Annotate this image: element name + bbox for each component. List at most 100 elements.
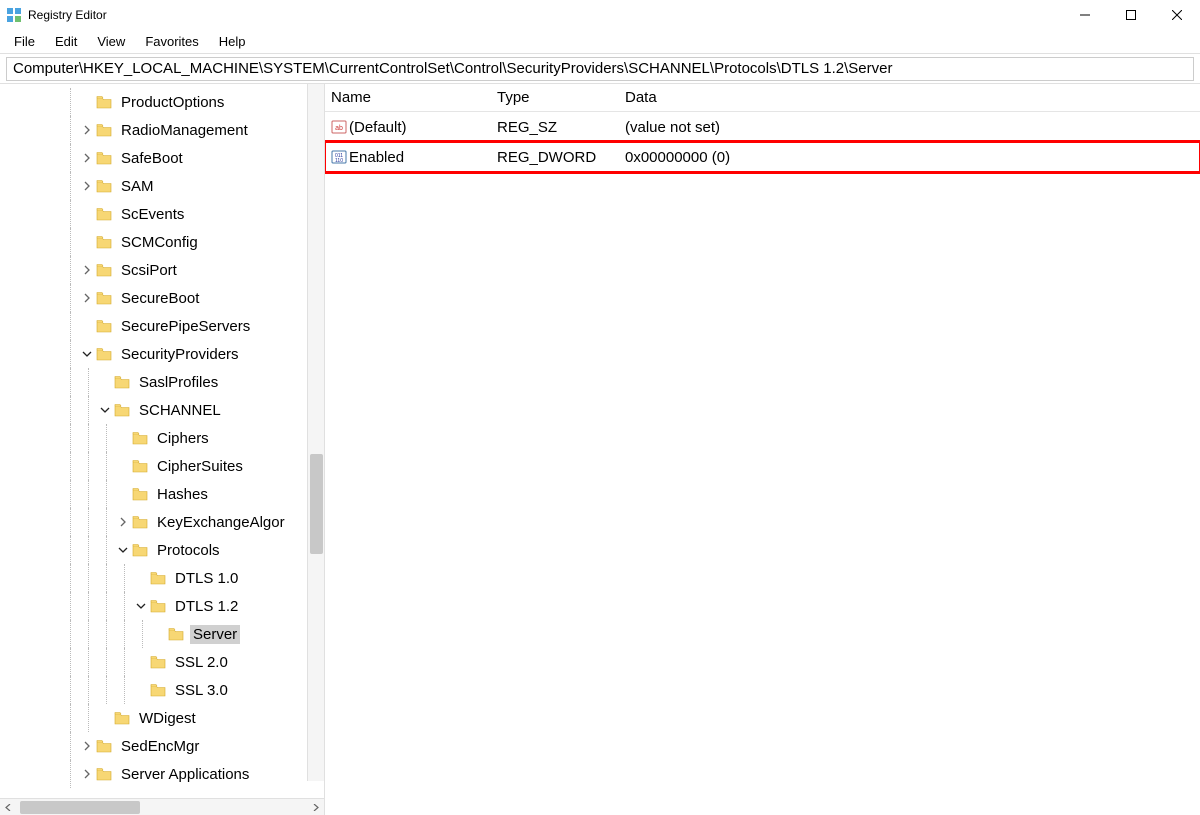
column-type[interactable]: Type xyxy=(497,89,625,106)
horizontal-scrollbar[interactable] xyxy=(0,798,324,815)
tree-node-label[interactable]: SAM xyxy=(118,177,157,196)
tree-node[interactable]: ScEvents xyxy=(0,200,324,228)
chevron-down-icon[interactable] xyxy=(98,403,112,417)
tree-node-label[interactable]: DTLS 1.0 xyxy=(172,569,241,588)
chevron-down-icon[interactable] xyxy=(116,543,130,557)
window-title: Registry Editor xyxy=(28,8,107,22)
column-data[interactable]: Data xyxy=(625,89,1200,106)
chevron-right-icon[interactable] xyxy=(80,263,94,277)
tree-node-label[interactable]: SaslProfiles xyxy=(136,373,221,392)
content-area: ProductOptions RadioManagement SafeBoot SAM… xyxy=(0,84,1200,815)
minimize-button[interactable] xyxy=(1062,0,1108,30)
scrollbar-thumb[interactable] xyxy=(310,454,323,554)
menubar: File Edit View Favorites Help xyxy=(0,30,1200,54)
tree-node[interactable]: Protocols xyxy=(0,536,324,564)
folder-icon xyxy=(114,711,130,725)
folder-icon xyxy=(150,571,166,585)
values-pane: Name Type Data ab(Default)REG_SZ(value n… xyxy=(325,84,1200,815)
scrollbar-thumb[interactable] xyxy=(20,801,140,814)
value-type: REG_SZ xyxy=(497,119,625,136)
tree-node-label[interactable]: Ciphers xyxy=(154,429,212,448)
tree-node-label[interactable]: ScsiPort xyxy=(118,261,180,280)
tree-node[interactable]: SecureBoot xyxy=(0,284,324,312)
tree-node[interactable]: DTLS 1.2 xyxy=(0,592,324,620)
scroll-left-button[interactable] xyxy=(0,799,17,815)
menu-help[interactable]: Help xyxy=(209,32,256,51)
tree-node[interactable]: ProductOptions xyxy=(0,88,324,116)
tree-node[interactable]: Hashes xyxy=(0,480,324,508)
close-button[interactable] xyxy=(1154,0,1200,30)
tree-node-label[interactable]: ScEvents xyxy=(118,205,187,224)
tree-node[interactable]: DTLS 1.0 xyxy=(0,564,324,592)
tree-node-label[interactable]: Server xyxy=(190,625,240,644)
tree-node[interactable]: CipherSuites xyxy=(0,452,324,480)
tree-node[interactable]: SAM xyxy=(0,172,324,200)
values-list[interactable]: ab(Default)REG_SZ(value not set)011110En… xyxy=(325,112,1200,172)
tree-node-label[interactable]: SCMConfig xyxy=(118,233,201,252)
menu-favorites[interactable]: Favorites xyxy=(135,32,208,51)
value-data: 0x00000000 (0) xyxy=(625,149,1200,166)
tree-node-label[interactable]: Protocols xyxy=(154,541,223,560)
tree-node[interactable]: SaslProfiles xyxy=(0,368,324,396)
tree-node-label[interactable]: SecurityProviders xyxy=(118,345,242,364)
folder-icon xyxy=(132,543,148,557)
scroll-right-button[interactable] xyxy=(307,799,324,815)
tree-node[interactable]: SafeBoot xyxy=(0,144,324,172)
tree-node[interactable]: SSL 3.0 xyxy=(0,676,324,704)
value-row[interactable]: ab(Default)REG_SZ(value not set) xyxy=(325,112,1200,142)
address-input[interactable] xyxy=(6,57,1194,81)
chevron-down-icon[interactable] xyxy=(134,599,148,613)
tree-node-label[interactable]: SedEncMgr xyxy=(118,737,202,756)
tree-node-label[interactable]: SSL 2.0 xyxy=(172,653,231,672)
value-name-text: Enabled xyxy=(349,149,404,166)
chevron-right-icon[interactable] xyxy=(80,151,94,165)
tree-node[interactable]: SCMConfig xyxy=(0,228,324,256)
tree-node-label[interactable]: ProductOptions xyxy=(118,93,227,112)
tree-node-label[interactable]: SecureBoot xyxy=(118,289,202,308)
chevron-right-icon[interactable] xyxy=(116,515,130,529)
chevron-right-icon[interactable] xyxy=(80,739,94,753)
tree-node[interactable]: SecurityProviders xyxy=(0,340,324,368)
chevron-down-icon[interactable] xyxy=(80,347,94,361)
svg-text:110: 110 xyxy=(335,158,343,164)
tree-node-label[interactable]: SafeBoot xyxy=(118,149,186,168)
tree-node-label[interactable]: CipherSuites xyxy=(154,457,246,476)
tree-node-label[interactable]: SSL 3.0 xyxy=(172,681,231,700)
chevron-right-icon[interactable] xyxy=(80,123,94,137)
folder-icon xyxy=(96,347,112,361)
value-row[interactable]: 011110EnabledREG_DWORD0x00000000 (0) xyxy=(325,142,1200,172)
vertical-scrollbar[interactable] xyxy=(307,84,324,781)
tree-node[interactable]: WDigest xyxy=(0,704,324,732)
tree-node[interactable]: SSL 2.0 xyxy=(0,648,324,676)
folder-icon xyxy=(132,515,148,529)
tree[interactable]: ProductOptions RadioManagement SafeBoot SAM… xyxy=(0,84,324,788)
string-value-icon: ab xyxy=(331,119,347,135)
folder-icon xyxy=(96,179,112,193)
tree-node-label[interactable]: KeyExchangeAlgor xyxy=(154,513,288,532)
chevron-right-icon[interactable] xyxy=(80,179,94,193)
tree-node-label[interactable]: SecurePipeServers xyxy=(118,317,253,336)
tree-node[interactable]: SCHANNEL xyxy=(0,396,324,424)
maximize-button[interactable] xyxy=(1108,0,1154,30)
tree-node[interactable]: KeyExchangeAlgor xyxy=(0,508,324,536)
tree-node-label[interactable]: Server Applications xyxy=(118,765,252,784)
tree-node-label[interactable]: SCHANNEL xyxy=(136,401,224,420)
tree-node-label[interactable]: WDigest xyxy=(136,709,199,728)
tree-node[interactable]: Server Applications xyxy=(0,760,324,788)
tree-node[interactable]: SecurePipeServers xyxy=(0,312,324,340)
folder-icon xyxy=(114,403,130,417)
tree-node-label[interactable]: RadioManagement xyxy=(118,121,251,140)
tree-node[interactable]: SedEncMgr xyxy=(0,732,324,760)
tree-node[interactable]: Ciphers xyxy=(0,424,324,452)
tree-node-label[interactable]: DTLS 1.2 xyxy=(172,597,241,616)
tree-node[interactable]: RadioManagement xyxy=(0,116,324,144)
tree-node[interactable]: Server xyxy=(0,620,324,648)
menu-edit[interactable]: Edit xyxy=(45,32,87,51)
chevron-right-icon[interactable] xyxy=(80,767,94,781)
column-name[interactable]: Name xyxy=(331,89,497,106)
menu-view[interactable]: View xyxy=(87,32,135,51)
chevron-right-icon[interactable] xyxy=(80,291,94,305)
tree-node-label[interactable]: Hashes xyxy=(154,485,211,504)
tree-node[interactable]: ScsiPort xyxy=(0,256,324,284)
menu-file[interactable]: File xyxy=(4,32,45,51)
